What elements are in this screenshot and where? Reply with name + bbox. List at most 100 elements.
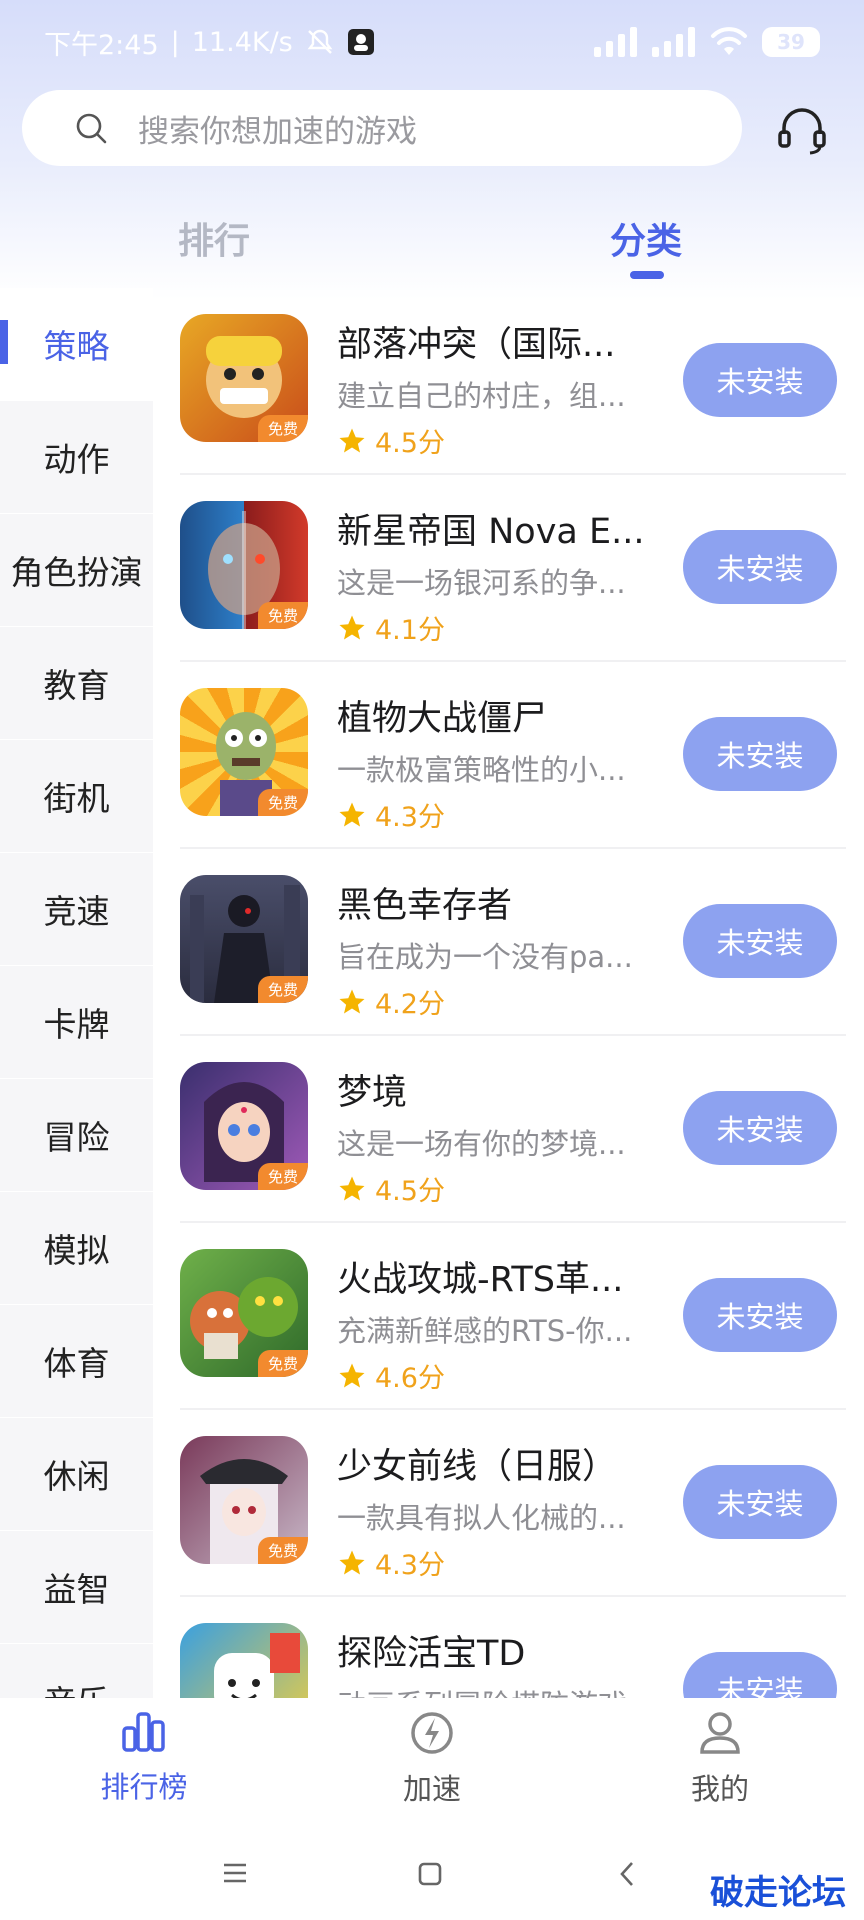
sidebar-item-adventure[interactable]: 冒险 — [0, 1079, 153, 1192]
watermark: 破走论坛 — [710, 1873, 846, 1913]
search-input[interactable]: 搜索你想加速的游戏 — [22, 90, 742, 166]
install-button[interactable]: 未安装 — [683, 904, 837, 978]
game-title: 黑色幸存者 — [337, 886, 513, 926]
free-tag: 免费 — [257, 415, 308, 442]
game-icon-girls-frontline: 免费 — [180, 1436, 308, 1564]
search-placeholder: 搜索你想加速的游戏 — [138, 113, 417, 150]
game-description: 这是一场银河系的争... — [337, 566, 626, 600]
list-item[interactable]: 免费 少女前线（日服） 一款具有拟人化械的... 4.3分 未安装 — [153, 1410, 864, 1597]
game-title: 植物大战僵尸 — [337, 699, 548, 739]
lightning-icon — [411, 1712, 453, 1754]
home-icon[interactable] — [418, 1862, 442, 1886]
mute-bell-icon — [305, 27, 335, 57]
game-rating: 4.5分 — [337, 421, 445, 460]
list-item[interactable]: 免费 火战攻城-RTS革... 充满新鲜感的RTS-你... 4.6分 未安装 — [153, 1223, 864, 1410]
list-item[interactable]: 免费 部落冲突（国际... 建立自己的村庄，组... 4.5分 未安装 — [153, 288, 864, 475]
wifi-icon — [710, 27, 748, 57]
free-tag: 免费 — [257, 1537, 308, 1564]
tab-active-indicator — [630, 271, 664, 279]
app-notification-icon — [347, 28, 375, 56]
sidebar-item-puzzle[interactable]: 益智 — [0, 1531, 153, 1644]
star-icon — [339, 802, 365, 826]
install-button[interactable]: 未安装 — [683, 343, 837, 417]
list-item[interactable]: 免费 梦境 这是一场有你的梦境... 4.5分 未安装 — [153, 1036, 864, 1223]
network-speed: 11.4K/s — [191, 26, 293, 58]
nav-label: 我的 — [690, 1772, 749, 1806]
game-rating: 4.3分 — [337, 795, 445, 834]
nav-item-ranking[interactable]: 排行榜 — [54, 1710, 234, 1806]
game-icon-plants-vs-zombies: 免费 — [180, 688, 308, 816]
install-button[interactable]: 未安装 — [683, 1278, 837, 1352]
game-description: 充满新鲜感的RTS-你... — [337, 1314, 633, 1348]
game-description: 旨在成为一个没有pa... — [337, 940, 633, 974]
sidebar-item-music[interactable]: 音乐 — [0, 1644, 153, 1698]
sidebar-item-strategy[interactable]: 策略 — [0, 288, 153, 401]
game-description: 建立自己的村庄，组... — [337, 379, 626, 413]
sidebar-item-simulation[interactable]: 模拟 — [0, 1192, 153, 1305]
game-icon-nova-empire: 免费 — [180, 501, 308, 629]
sidebar-item-education[interactable]: 教育 — [0, 627, 153, 740]
install-button[interactable]: 未安装 — [683, 530, 837, 604]
free-tag: 免费 — [257, 1350, 308, 1377]
sidebar-item-racing[interactable]: 竞速 — [0, 853, 153, 966]
install-button[interactable]: 未安装 — [683, 1465, 837, 1539]
list-item[interactable]: 免费 探险活宝TD 动画系列冒险塔防游戏 未安装 — [153, 1597, 864, 1698]
sidebar-item-rpg[interactable]: 角色扮演 — [0, 514, 153, 627]
nav-label: 加速 — [402, 1772, 461, 1806]
star-icon — [339, 1363, 365, 1387]
bar-chart-icon — [122, 1712, 165, 1752]
rating-value: 4.1分 — [375, 615, 445, 646]
nav-item-mine[interactable]: 我的 — [630, 1710, 810, 1808]
nav-item-accelerate[interactable]: 加速 — [342, 1710, 522, 1808]
game-list: 免费 部落冲突（国际... 建立自己的村庄，组... 4.5分 未安装 免费 新… — [153, 288, 864, 1698]
game-title: 少女前线（日服） — [337, 1447, 618, 1487]
menu-icon[interactable] — [222, 1862, 248, 1884]
rating-value: 4.5分 — [375, 1176, 445, 1207]
rating-value: 4.3分 — [375, 1550, 445, 1581]
game-icon-black-survivor: 免费 — [180, 875, 308, 1003]
back-icon[interactable] — [618, 1861, 636, 1887]
install-button[interactable]: 未安装 — [683, 717, 837, 791]
game-icon-fire-war-siege: 免费 — [180, 1249, 308, 1377]
sidebar-item-sports[interactable]: 体育 — [0, 1305, 153, 1418]
tab-ranking[interactable]: 排行 — [178, 212, 250, 264]
sidebar-item-casual[interactable]: 休闲 — [0, 1418, 153, 1531]
free-tag: 免费 — [257, 789, 308, 816]
bottom-navigation: 排行榜 加速 我的 — [0, 1698, 864, 1830]
system-navigation-bar: 破走论坛 — [0, 1830, 864, 1920]
install-button[interactable]: 未安装 — [683, 1652, 837, 1698]
rating-value: 4.3分 — [375, 802, 445, 833]
star-icon — [339, 1176, 365, 1200]
game-rating: 4.5分 — [337, 1169, 445, 1208]
user-icon — [700, 1712, 740, 1754]
game-rating: 4.2分 — [337, 982, 445, 1021]
game-title: 梦境 — [337, 1073, 408, 1113]
game-icon-adventure-time-td: 免费 — [180, 1623, 308, 1698]
customer-service-headset-icon[interactable] — [774, 104, 830, 156]
list-item[interactable]: 免费 植物大战僵尸 一款极富策略性的小... 4.3分 未安装 — [153, 662, 864, 849]
list-item[interactable]: 免费 新星帝国 Nova E... 这是一场银河系的争... 4.1分 未安装 — [153, 475, 864, 662]
game-rating: 4.6分 — [337, 1356, 445, 1395]
category-sidebar: 策略 动作 角色扮演 教育 街机 竞速 卡牌 冒险 模拟 体育 休闲 益智 音乐 — [0, 288, 153, 1698]
nav-label: 排行榜 — [100, 1770, 188, 1804]
game-description: 一款具有拟人化械的... — [337, 1501, 626, 1535]
sidebar-item-arcade[interactable]: 街机 — [0, 740, 153, 853]
list-item[interactable]: 免费 黑色幸存者 旨在成为一个没有pa... 4.2分 未安装 — [153, 849, 864, 1036]
game-icon-dreamland: 免费 — [180, 1062, 308, 1190]
tab-category[interactable]: 分类 — [610, 212, 682, 264]
status-time: 下午2:45 — [44, 29, 159, 61]
sidebar-item-card[interactable]: 卡牌 — [0, 966, 153, 1079]
free-tag: 免费 — [257, 976, 308, 1003]
rating-value: 4.5分 — [375, 428, 445, 459]
game-icon-clash-of-clans: 免费 — [180, 314, 308, 442]
install-button[interactable]: 未安装 — [683, 1091, 837, 1165]
game-title: 火战攻城-RTS革... — [337, 1260, 624, 1300]
free-tag: 免费 — [257, 1163, 308, 1190]
rating-value: 4.6分 — [375, 1363, 445, 1394]
sidebar-item-action[interactable]: 动作 — [0, 401, 153, 514]
game-title: 部落冲突（国际... — [337, 325, 616, 365]
rating-value: 4.2分 — [375, 989, 445, 1020]
game-rating: 4.3分 — [337, 1543, 445, 1582]
status-bar: 下午2:45 | 11.4K/s 39 — [0, 0, 864, 84]
game-title: 探险活宝TD — [337, 1634, 526, 1674]
